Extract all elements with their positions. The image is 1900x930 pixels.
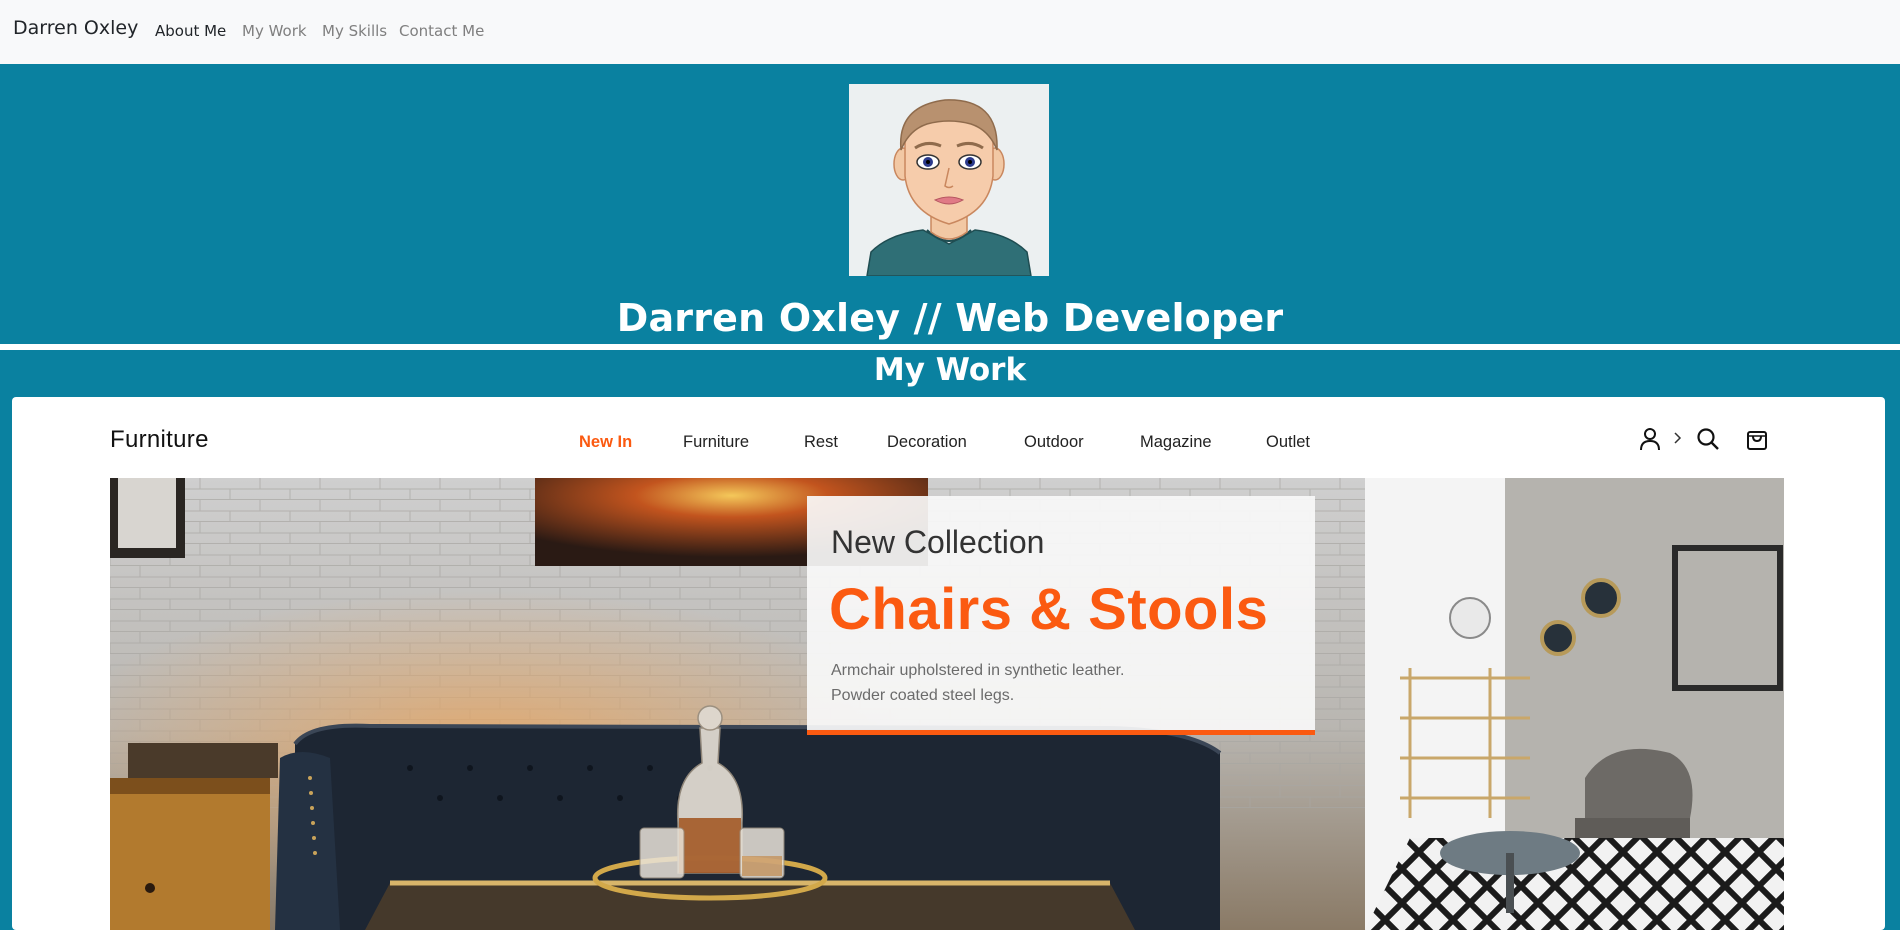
my-work-section: My Work Furniture New In Furniture Rest … [0, 350, 1900, 930]
search-icon[interactable] [1696, 427, 1720, 455]
furniture-logo[interactable]: Furniture [110, 426, 209, 454]
furniture-nav-rest[interactable]: Rest [804, 433, 838, 452]
chevron-right-icon [1673, 430, 1683, 450]
hero-section: Darren Oxley // Web Developer [0, 64, 1900, 344]
promo-card: New Collection Chairs & Stools Armchair … [807, 496, 1315, 735]
hero-title: Darren Oxley // Web Developer [616, 296, 1284, 340]
avatar [849, 84, 1049, 276]
nav-link-contact-me[interactable]: Contact Me [399, 22, 484, 40]
nav-link-about-me[interactable]: About Me [155, 22, 226, 40]
promo-description-line-2: Powder coated steel legs. [831, 687, 1015, 704]
promo-title[interactable]: Chairs & Stools [829, 576, 1268, 643]
furniture-nav-outdoor[interactable]: Outdoor [1024, 433, 1084, 452]
cartoon-avatar-icon [849, 84, 1049, 276]
furniture-nav-outlet[interactable]: Outlet [1266, 433, 1310, 452]
user-icon[interactable] [1639, 427, 1661, 455]
promo-description: Armchair upholstered in synthetic leathe… [831, 658, 1124, 708]
top-navbar: Darren Oxley About Me My Work My Skills … [0, 0, 1900, 64]
my-work-title: My Work [873, 352, 1027, 388]
furniture-nav-furniture[interactable]: Furniture [683, 433, 749, 452]
furniture-nav-new-in[interactable]: New In [579, 433, 632, 452]
nav-link-my-work[interactable]: My Work [242, 22, 307, 40]
promo-kicker: New Collection [831, 524, 1045, 560]
promo-description-line-1: Armchair upholstered in synthetic leathe… [831, 662, 1125, 679]
navbar-brand[interactable]: Darren Oxley [13, 17, 138, 39]
nav-link-my-skills[interactable]: My Skills [322, 22, 387, 40]
furniture-nav-magazine[interactable]: Magazine [1140, 433, 1212, 452]
shopping-bag-icon[interactable] [1745, 427, 1769, 455]
furniture-nav-decoration[interactable]: Decoration [887, 433, 967, 452]
project-preview-furniture[interactable]: Furniture New In Furniture Rest Decorati… [12, 397, 1885, 930]
